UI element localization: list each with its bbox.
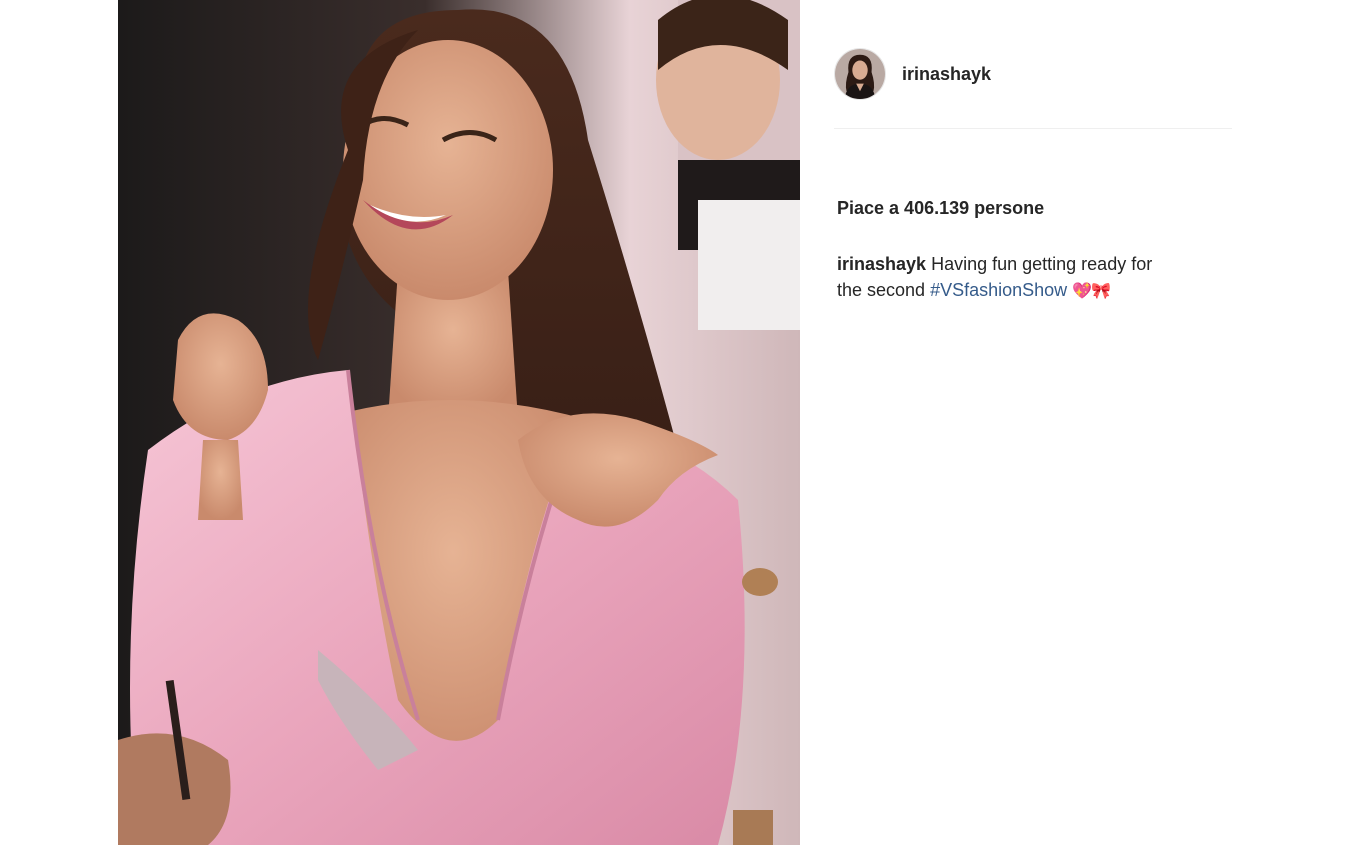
instagram-post: irinashayk Piace a 406.139 persone irina…: [0, 0, 1350, 845]
avatar-icon: [835, 49, 885, 99]
post-caption: irinashayk Having fun getting ready for …: [837, 251, 1217, 304]
post-details: irinashayk Piace a 406.139 persone irina…: [834, 0, 1232, 845]
post-photo[interactable]: [118, 0, 800, 845]
likes-count[interactable]: Piace a 406.139 persone: [837, 198, 1044, 219]
post-photo-illustration: [118, 0, 800, 845]
caption-emoji: 💖🎀: [1072, 281, 1111, 300]
post-header: irinashayk: [834, 46, 1232, 102]
caption-text-line2: the second: [837, 280, 926, 300]
caption-username[interactable]: irinashayk: [837, 254, 926, 274]
caption-text-line1: Having fun getting ready for: [931, 254, 1153, 274]
header-divider: [834, 128, 1232, 129]
caption-hashtag[interactable]: #VSfashionShow: [930, 280, 1067, 300]
author-username[interactable]: irinashayk: [902, 64, 991, 85]
profile-avatar[interactable]: [834, 48, 886, 100]
